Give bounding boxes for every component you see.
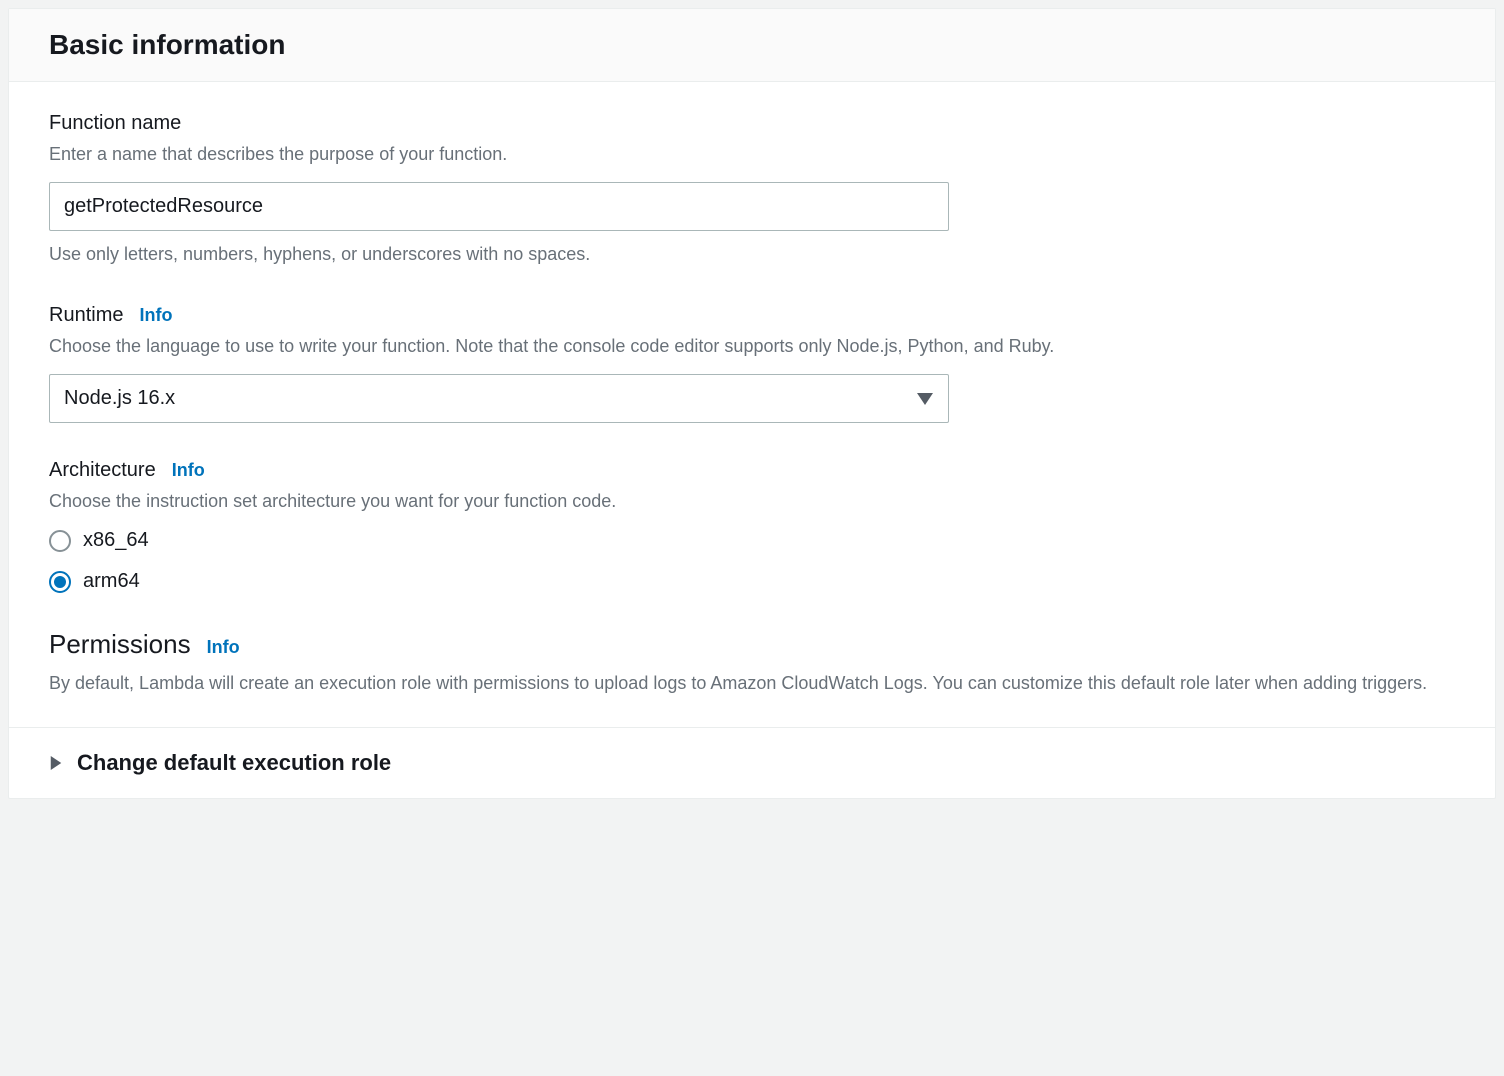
change-default-execution-role-toggle[interactable]: Change default execution role xyxy=(9,727,1495,798)
permissions-description: By default, Lambda will create an execut… xyxy=(49,670,1455,697)
architecture-radio-group: x86_64 arm64 xyxy=(49,529,1455,593)
permissions-label: Permissions xyxy=(49,629,191,660)
permissions-group: Permissions Info By default, Lambda will… xyxy=(49,629,1455,697)
basic-information-panel: Basic information Function name Enter a … xyxy=(8,8,1496,799)
panel-header: Basic information xyxy=(9,9,1495,82)
runtime-label: Runtime xyxy=(49,304,123,327)
caret-right-icon xyxy=(49,756,63,770)
architecture-option-label: x86_64 xyxy=(83,529,149,552)
architecture-radio-x86-64[interactable]: x86_64 xyxy=(49,529,1455,552)
function-name-label: Function name xyxy=(49,112,181,135)
architecture-radio-arm64[interactable]: arm64 xyxy=(49,570,1455,593)
function-name-description: Enter a name that describes the purpose … xyxy=(49,141,1455,168)
function-name-input[interactable] xyxy=(49,182,949,231)
function-name-group: Function name Enter a name that describe… xyxy=(49,112,1455,268)
architecture-option-label: arm64 xyxy=(83,570,140,593)
architecture-info-link[interactable]: Info xyxy=(172,460,205,481)
runtime-group: Runtime Info Choose the language to use … xyxy=(49,304,1455,423)
panel-title: Basic information xyxy=(49,29,1455,61)
radio-icon xyxy=(49,571,71,593)
radio-icon xyxy=(49,530,71,552)
architecture-group: Architecture Info Choose the instruction… xyxy=(49,459,1455,593)
runtime-info-link[interactable]: Info xyxy=(139,305,172,326)
architecture-description: Choose the instruction set architecture … xyxy=(49,488,1455,515)
runtime-select[interactable]: Node.js 16.x xyxy=(49,374,949,423)
panel-body: Function name Enter a name that describe… xyxy=(9,82,1495,727)
function-name-hint: Use only letters, numbers, hyphens, or u… xyxy=(49,241,1455,268)
runtime-description: Choose the language to use to write your… xyxy=(49,333,1455,360)
expand-label: Change default execution role xyxy=(77,750,391,776)
permissions-info-link[interactable]: Info xyxy=(207,637,240,658)
architecture-label: Architecture xyxy=(49,459,156,482)
